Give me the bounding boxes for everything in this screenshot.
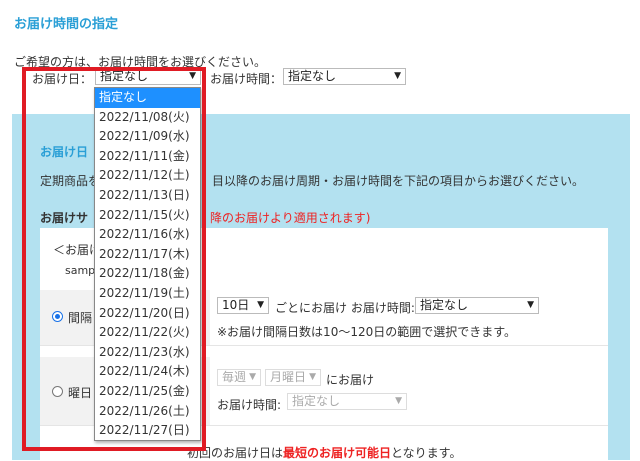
footer-text: 初回のお届け日は最短のお届け可能日となります。 — [187, 444, 461, 461]
section-desc-cont: 目以降のお届け周期・お届け時間を下記の項目からお選びください。 — [212, 174, 585, 188]
interval-time-select[interactable]: 指定なし ▼ — [415, 297, 539, 314]
interval-note: ※お届け間隔日数は10～120日の範囲で選択できます。 — [217, 325, 517, 339]
weekday-freq-select[interactable]: 毎週 ▼ — [217, 369, 261, 386]
chevron-down-icon: ▼ — [249, 372, 256, 382]
time-label: お届け時間： — [210, 72, 283, 86]
interval-after-text: ごとにお届け お届け時間: — [275, 301, 415, 315]
highlight-annotation-box — [22, 67, 206, 451]
cycle-note: 降のお届けより適用されます) — [210, 211, 371, 225]
chevron-down-icon: ▼ — [394, 71, 401, 81]
page-title: お届け時間の指定 — [14, 17, 119, 32]
chevron-down-icon: ▼ — [309, 372, 316, 382]
chevron-down-icon: ▼ — [257, 300, 264, 310]
footer-highlight: 最短のお届け可能日 — [283, 446, 392, 460]
weekday-day-select[interactable]: 月曜日 ▼ — [265, 369, 321, 386]
time-select-value: 指定なし — [288, 69, 337, 83]
interval-days-select[interactable]: 10日 ▼ — [217, 297, 269, 314]
weekday-time-label: お届け時間: — [217, 398, 282, 412]
chevron-down-icon: ▼ — [527, 300, 534, 310]
chevron-down-icon: ▼ — [395, 396, 402, 406]
day-value: 月曜日 — [270, 370, 307, 384]
weekday-time-select[interactable]: 指定なし ▼ — [287, 393, 407, 410]
weekday-time-value: 指定なし — [292, 394, 341, 408]
time-select[interactable]: 指定なし ▼ — [283, 68, 406, 85]
interval-time-value: 指定なし — [420, 298, 469, 312]
freq-value: 毎週 — [222, 370, 247, 384]
footer-c: となります。 — [391, 446, 462, 460]
weekday-after-text: にお届け — [326, 373, 375, 387]
interval-days-value: 10日 — [222, 298, 250, 312]
